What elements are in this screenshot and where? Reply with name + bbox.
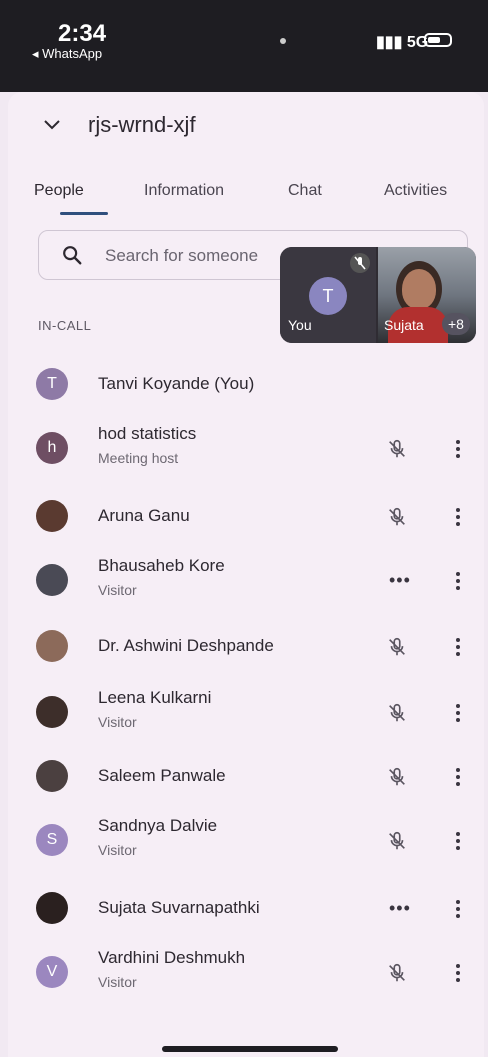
home-indicator [162, 1046, 338, 1052]
participant-name: Saleem Panwale [98, 766, 226, 785]
participant-row[interactable]: Leena Kulkarni Visitor [0, 684, 488, 744]
self-video-tile: T You [280, 247, 376, 343]
search-icon [63, 246, 82, 265]
mic-off-icon [389, 963, 405, 982]
avatar: h [36, 432, 68, 464]
participant-role: Visitor [98, 842, 137, 858]
tab-bar: People Information Chat Activities [20, 182, 476, 218]
more-options-icon[interactable] [454, 636, 462, 658]
more-options-icon[interactable] [454, 506, 462, 528]
participant-name: Bhausaheb Kore [98, 556, 225, 575]
participant-row[interactable]: V Vardhini Deshmukh Visitor [0, 944, 488, 1004]
participant-face [402, 269, 436, 309]
mic-off-icon [350, 253, 370, 273]
back-to-app-link[interactable]: ◂ WhatsApp [32, 46, 102, 62]
panel-header: rjs-wrnd-xjf [40, 112, 196, 138]
status-time: 2:34 [58, 20, 107, 47]
participant-name: Vardhini Deshmukh [98, 948, 246, 967]
camera-indicator-dot [280, 38, 286, 44]
network-indicator: ▮▮▮ 5G [376, 32, 428, 52]
avatar [36, 760, 68, 792]
more-options-icon[interactable] [454, 830, 462, 852]
participant-role: Visitor [98, 714, 137, 730]
participant-row[interactable]: Saleem Panwale [0, 748, 488, 808]
participant-name: hod statistics [98, 424, 197, 443]
avatar [36, 696, 68, 728]
in-call-section-label: IN-CALL [38, 318, 92, 333]
self-label: You [288, 317, 312, 333]
audio-level-icon: ••• [389, 570, 411, 590]
avatar [36, 630, 68, 662]
participant-name: Aruna Ganu [98, 506, 190, 525]
participant-role: Visitor [98, 582, 137, 598]
status-bar: 2:34 ◂ WhatsApp ▮▮▮ 5G [0, 0, 488, 92]
more-options-icon[interactable] [454, 438, 462, 460]
avatar [36, 500, 68, 532]
chevron-down-icon[interactable] [40, 113, 64, 137]
more-options-icon[interactable] [454, 898, 462, 920]
tab-chat[interactable]: Chat [288, 182, 322, 200]
active-tab-indicator [60, 212, 108, 215]
avatar [36, 892, 68, 924]
meeting-code-title: rjs-wrnd-xjf [88, 112, 196, 137]
participant-row[interactable]: Sujata Suvarnapathki ••• [0, 880, 488, 940]
participant-row[interactable]: Dr. Ashwini Deshpande [0, 618, 488, 678]
participant-role: Visitor [98, 974, 137, 990]
tab-people[interactable]: People [34, 182, 84, 200]
participant-name: Tanvi Koyande (You) [98, 374, 255, 393]
participant-row[interactable]: T Tanvi Koyande (You) [0, 356, 488, 416]
participant-name: Sujata Suvarnapathki [98, 898, 260, 917]
participant-role: Meeting host [98, 450, 179, 466]
participant-label: Sujata [384, 317, 424, 333]
participant-name: Sandnya Dalvie [98, 816, 218, 835]
participant-row[interactable]: Bhausaheb Kore Visitor ••• [0, 552, 488, 612]
mic-off-icon [389, 507, 405, 526]
participant-name: Leena Kulkarni [98, 688, 212, 707]
battery-icon [424, 33, 452, 47]
self-avatar: T [309, 277, 347, 315]
participant-row[interactable]: Aruna Ganu [0, 488, 488, 548]
mic-off-icon [389, 831, 405, 850]
more-participants-badge: +8 [442, 313, 470, 335]
signal-icon: ▮▮▮ [376, 34, 407, 51]
video-preview[interactable]: T You Sujata +8 [280, 247, 476, 343]
more-options-icon[interactable] [454, 702, 462, 724]
tab-activities[interactable]: Activities [384, 182, 447, 200]
mic-off-icon [389, 703, 405, 722]
avatar: S [36, 824, 68, 856]
more-options-icon[interactable] [454, 962, 462, 984]
avatar: T [36, 368, 68, 400]
audio-level-icon: ••• [389, 898, 411, 918]
participant-video-tile: Sujata +8 [378, 247, 476, 343]
mic-off-icon [389, 637, 405, 656]
more-options-icon[interactable] [454, 570, 462, 592]
participant-row[interactable]: h hod statistics Meeting host [0, 420, 488, 480]
avatar: V [36, 956, 68, 988]
avatar [36, 564, 68, 596]
mic-off-icon [389, 439, 405, 458]
participant-row[interactable]: S Sandnya Dalvie Visitor [0, 812, 488, 872]
participant-name: Dr. Ashwini Deshpande [98, 636, 274, 655]
more-options-icon[interactable] [454, 766, 462, 788]
mic-off-icon [389, 767, 405, 786]
tab-information[interactable]: Information [144, 182, 224, 200]
